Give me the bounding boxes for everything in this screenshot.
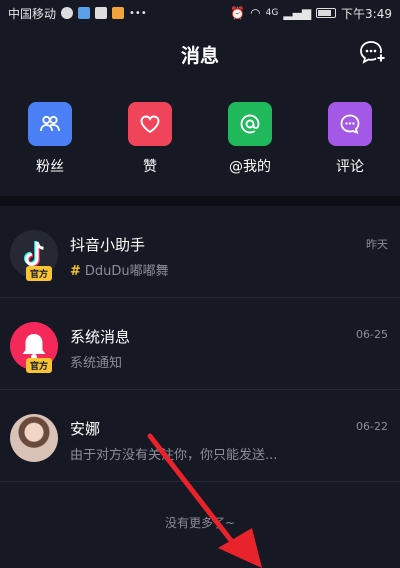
message-row-douyin-assistant[interactable]: 官方 抖音小助手 # DduDu嘟嘟舞 昨天 [0,206,400,298]
official-badge: 官方 [26,266,53,281]
message-preview: # DduDu嘟嘟舞 [70,260,169,279]
message-list: 官方 抖音小助手 # DduDu嘟嘟舞 昨天 官方 系统消息 系统通知 06-25… [0,206,400,482]
alarm-icon: ⏰ [230,6,246,20]
battery-icon [316,8,337,18]
page-title: 消息 [180,45,219,67]
status-bar: 中国移动 ••• ⏰ ◠ 4G ▂▄▆ 下午3:49 [0,0,400,26]
start-chat-icon[interactable] [360,40,386,64]
signal-icon: ▂▄▆ [283,6,312,20]
sender-name: 抖音小助手 [70,236,146,254]
header: 消息 [0,26,400,82]
app-notification-icon [95,7,108,19]
fans-label: 粉丝 [36,159,64,175]
message-row-system[interactable]: 官方 系统消息 系统通知 06-25 [0,298,400,390]
user-photo-avatar [10,414,58,462]
hashtag-icon: # [70,264,81,279]
no-more-label: 没有更多了~ [164,516,236,530]
fans-button[interactable]: 粉丝 [0,102,100,182]
app-notification-icon [78,7,91,19]
message-row-anna[interactable]: 安娜 由于对方没有关注你，你只能发送... 06-22 [0,390,400,482]
official-badge: 官方 [26,358,53,373]
app-notification-icon [61,7,74,19]
mentions-button[interactable]: @我的 [200,102,300,182]
message-preview: 由于对方没有关注你，你只能发送... [70,448,278,463]
more-notifications-icon: ••• [129,7,147,19]
likes-label: 赞 [143,159,157,175]
at-icon [228,102,272,146]
clock-label: 下午3:49 [341,6,392,21]
comments-button[interactable]: 评论 [300,102,400,182]
sender-name: 安娜 [70,420,101,438]
message-preview: 系统通知 [70,356,123,371]
section-divider [0,196,400,206]
likes-button[interactable]: 赞 [100,102,200,182]
comments-label: 评论 [336,159,364,175]
fans-icon [28,102,72,146]
app-notification-icon [112,7,125,19]
comment-icon [328,102,372,146]
sender-name: 系统消息 [70,328,131,346]
quick-actions: 粉丝 赞 @我的 评论 [0,102,400,182]
message-time: 06-22 [356,420,388,433]
wifi-icon: ◠ [250,6,261,20]
carrier-label: 中国移动 [8,6,57,21]
heart-icon [128,102,172,146]
network-label: 4G [265,8,279,18]
message-time: 昨天 [366,238,388,251]
message-preview-text: DduDu嘟嘟舞 [84,264,169,279]
message-time: 06-25 [356,328,388,341]
mentions-label: @我的 [229,159,271,175]
